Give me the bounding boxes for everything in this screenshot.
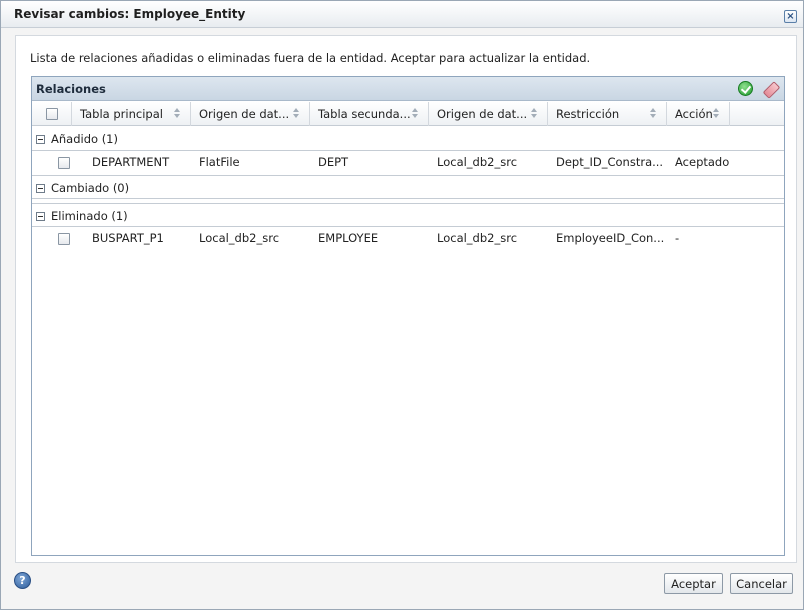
eraser-icon[interactable] [762, 80, 780, 97]
cell-secondary-table: DEPT [318, 155, 349, 169]
relations-panel-header: Relaciones [32, 77, 784, 101]
column-header-secondary-source[interactable]: Origen de dat... [429, 102, 548, 126]
group-removed: Eliminado (1) [32, 203, 784, 227]
cell-action: Aceptado [675, 155, 730, 169]
group-label: Añadido (1) [51, 132, 118, 146]
dialog-content: Lista de relaciones añadidas o eliminada… [15, 35, 797, 563]
collapse-toggle-icon[interactable] [36, 212, 45, 221]
collapse-toggle-icon[interactable] [36, 135, 45, 144]
table-header: Tabla principal Origen de dat... Tabla s… [32, 102, 784, 126]
cell-primary-table: BUSPART_P1 [92, 231, 164, 245]
column-label: Origen de dat... [437, 107, 528, 121]
cell-constraint: EmployeeID_Con... [556, 231, 664, 245]
table-row[interactable]: DEPARTMENT FlatFile DEPT Local_db2_src D… [32, 152, 784, 174]
cell-secondary-source: Local_db2_src [437, 155, 518, 169]
cancel-button[interactable]: Cancelar [730, 573, 793, 594]
sort-icon[interactable] [713, 108, 719, 119]
group-added: Añadido (1) [32, 127, 784, 151]
group-label: Cambiado (0) [51, 181, 130, 195]
select-all-column [32, 102, 72, 126]
column-label: Restricción [556, 107, 620, 121]
table-row[interactable]: BUSPART_P1 Local_db2_src EMPLOYEE Local_… [32, 228, 784, 250]
column-header-constraint[interactable]: Restricción [548, 102, 667, 126]
collapse-toggle-icon[interactable] [36, 184, 45, 193]
sort-icon[interactable] [650, 108, 656, 119]
column-label: Tabla principal [80, 107, 163, 121]
column-header-secondary-table[interactable]: Tabla secunda... [310, 102, 429, 126]
cell-action: - [675, 231, 680, 245]
column-header-primary-table[interactable]: Tabla principal [72, 102, 191, 126]
dialog-description: Lista de relaciones añadidas o eliminada… [30, 51, 591, 65]
relations-panel: Relaciones Tabla principal Origen de dat… [31, 76, 785, 556]
column-header-primary-source[interactable]: Origen de dat... [191, 102, 310, 126]
cell-primary-source: FlatFile [199, 155, 240, 169]
cell-secondary-source: Local_db2_src [437, 231, 518, 245]
sort-icon[interactable] [531, 108, 537, 119]
column-header-action[interactable]: Acción [667, 102, 730, 126]
dialog-titlebar: Revisar cambios: Employee_Entity × [1, 1, 803, 28]
column-label: Tabla secunda... [318, 107, 411, 121]
sort-icon[interactable] [293, 108, 299, 119]
accept-button[interactable]: Aceptar [664, 573, 723, 594]
check-circle-icon[interactable] [738, 81, 753, 96]
row-checkbox[interactable] [58, 233, 70, 245]
dialog-title: Revisar cambios: Employee_Entity [14, 7, 246, 21]
cell-primary-source: Local_db2_src [199, 231, 280, 245]
cell-primary-table: DEPARTMENT [92, 155, 170, 169]
sort-icon[interactable] [174, 108, 180, 119]
help-icon[interactable]: ? [14, 572, 31, 589]
column-label: Origen de dat... [199, 107, 290, 121]
cell-constraint: Dept_ID_Constra... [556, 155, 664, 169]
relations-panel-title: Relaciones [36, 82, 106, 96]
cell-secondary-table: EMPLOYEE [318, 231, 379, 245]
column-label: Acción [675, 107, 713, 121]
sort-icon[interactable] [412, 108, 418, 119]
review-changes-dialog: Revisar cambios: Employee_Entity × Lista… [0, 0, 804, 610]
group-label: Eliminado (1) [51, 209, 128, 223]
close-icon[interactable]: × [784, 10, 797, 23]
select-all-checkbox[interactable] [46, 108, 58, 120]
row-checkbox[interactable] [58, 157, 70, 169]
group-changed: Cambiado (0) [32, 175, 784, 199]
